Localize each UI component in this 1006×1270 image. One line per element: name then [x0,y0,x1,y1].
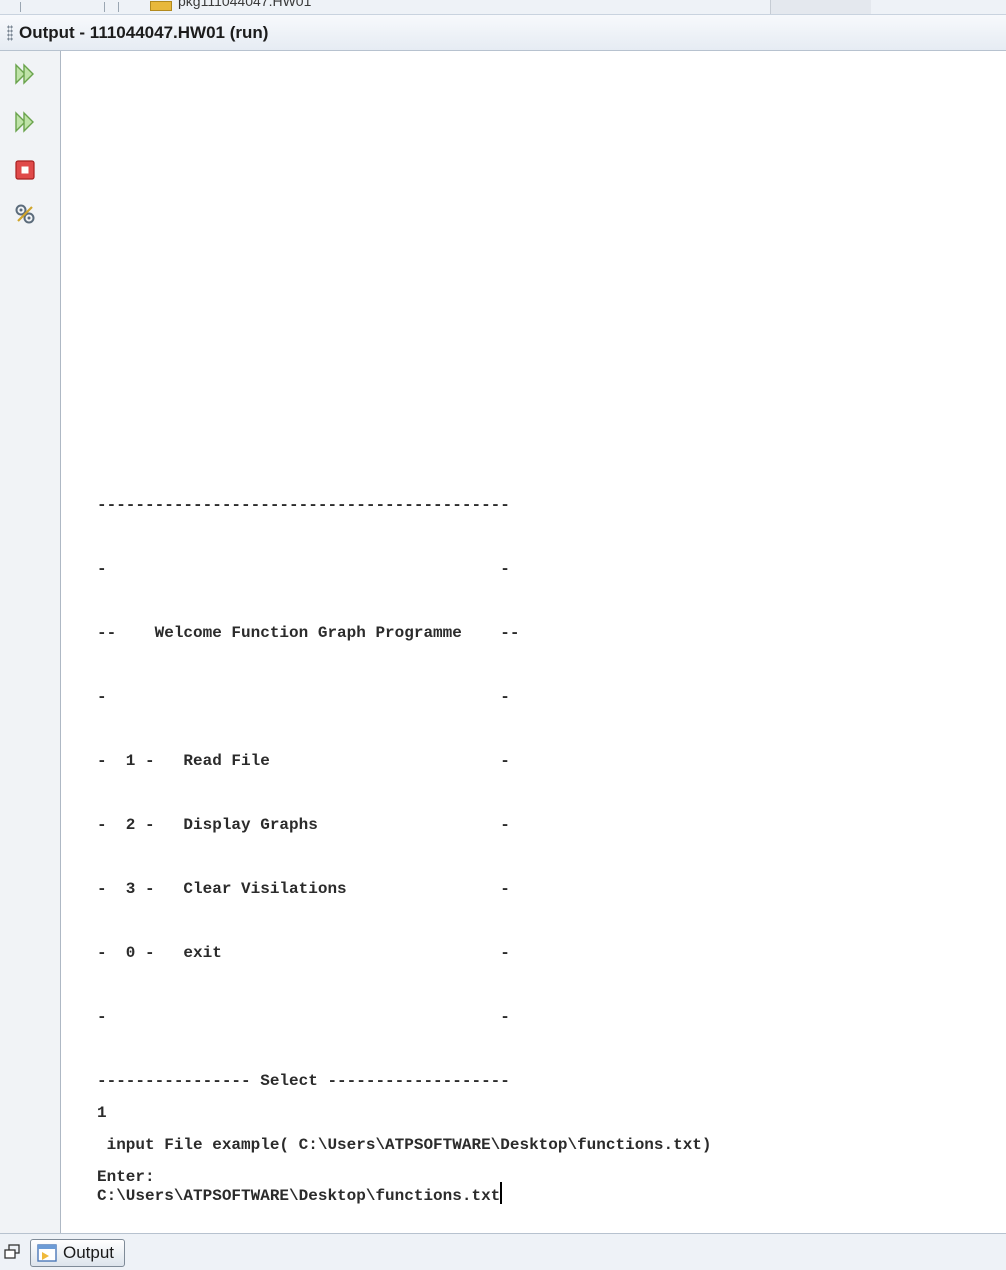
console-line: - 2 - Display Graphs - [97,816,510,834]
console-line: - 3 - Clear Visilations - [97,880,510,898]
console-line: - 0 - exit - [97,944,510,962]
text-caret [500,1182,503,1204]
rerun-with-options-button[interactable] [12,109,38,135]
console-input-value[interactable]: C:\Users\ATPSOFTWARE\Desktop\functions.t… [97,1187,500,1205]
console-line: -- Welcome Function Graph Programme -- [97,624,520,642]
tree-guide-line [118,2,119,12]
console-line: - - [97,560,510,578]
console-line: - - [97,1008,510,1026]
console-line: - - [97,688,510,706]
package-folder-icon [150,1,172,11]
settings-icon [15,204,35,224]
console-line: - 1 - Read File - [97,752,510,770]
drag-grip-icon[interactable] [7,24,13,41]
output-titlebar: Output - 111044047.HW01 (run) [0,15,1006,51]
output-tab[interactable]: Output [30,1239,126,1267]
output-window-icon [37,1244,57,1262]
rerun-with-options-icon [15,111,34,133]
console-line: input File example( C:\Users\ATPSOFTWARE… [97,1136,712,1154]
rerun-button[interactable] [12,61,38,87]
output-toolbar [0,51,61,1233]
tree-guide-line [104,2,105,12]
project-tree-strip: pkg111044047.HW01 [0,0,1006,15]
console-line: ----------------------------------------… [97,496,510,514]
stop-icon [15,160,35,180]
console-output[interactable]: ----------------------------------------… [61,51,1006,1233]
restore-window-icon[interactable] [4,1244,20,1265]
rerun-icon [15,63,34,85]
tree-item-package[interactable]: pkg111044047.HW01 [178,0,311,9]
settings-button[interactable] [12,201,38,227]
output-tab-label: Output [63,1243,115,1262]
console-line: ---------------- Select ----------------… [97,1072,510,1090]
stop-button[interactable] [12,157,38,183]
tree-guide-line [20,2,21,12]
adjacent-panel [770,0,871,14]
output-window-title: Output - 111044047.HW01 (run) [19,22,269,42]
console-text: ----------------------------------------… [97,489,712,1193]
console-input-line[interactable]: C:\Users\ATPSOFTWARE\Desktop\functions.t… [97,1182,503,1211]
bottom-tab-bar: Output [0,1233,1006,1270]
console-line: 1 [97,1104,107,1122]
